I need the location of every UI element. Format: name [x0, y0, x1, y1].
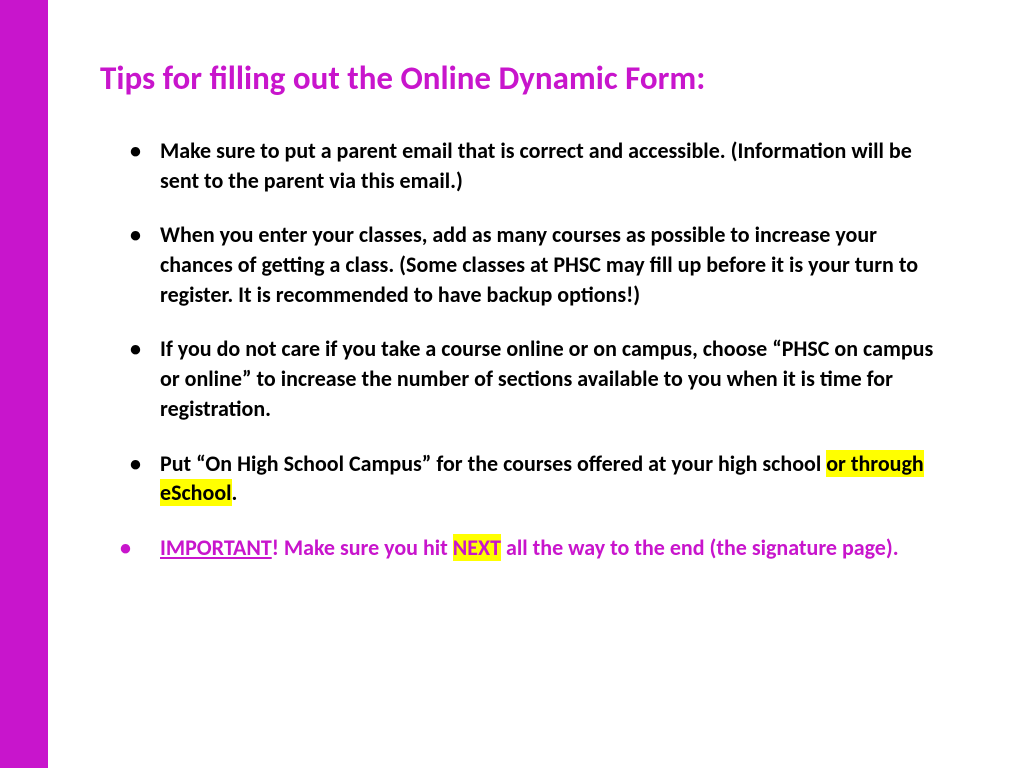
- list-item: If you do not care if you take a course …: [160, 334, 954, 423]
- bullet-text-pre: Put “On High School Campus” for the cour…: [160, 450, 826, 477]
- bullet-text-post: all the way to the end (the signature pa…: [501, 534, 899, 561]
- accent-sidebar: [0, 0, 48, 768]
- bullet-text-post: .: [232, 479, 238, 506]
- bullet-text: If you do not care if you take a course …: [160, 335, 933, 421]
- highlight-text: NEXT: [453, 534, 501, 561]
- bullet-text-after-ul: ! Make sure you hit: [272, 534, 453, 561]
- list-item: When you enter your classes, add as many…: [160, 220, 954, 309]
- list-item-important: IMPORTANT! Make sure you hit NEXT all th…: [160, 533, 954, 563]
- slide-content: Tips for filling out the Online Dynamic …: [100, 58, 954, 588]
- bullet-text: When you enter your classes, add as many…: [160, 221, 918, 307]
- important-label: IMPORTANT: [160, 534, 272, 561]
- list-item: Put “On High School Campus” for the cour…: [160, 449, 954, 508]
- bullet-text: Make sure to put a parent email that is …: [160, 137, 912, 194]
- tips-list: Make sure to put a parent email that is …: [100, 136, 954, 563]
- page-title: Tips for filling out the Online Dynamic …: [100, 58, 954, 98]
- list-item: Make sure to put a parent email that is …: [160, 136, 954, 195]
